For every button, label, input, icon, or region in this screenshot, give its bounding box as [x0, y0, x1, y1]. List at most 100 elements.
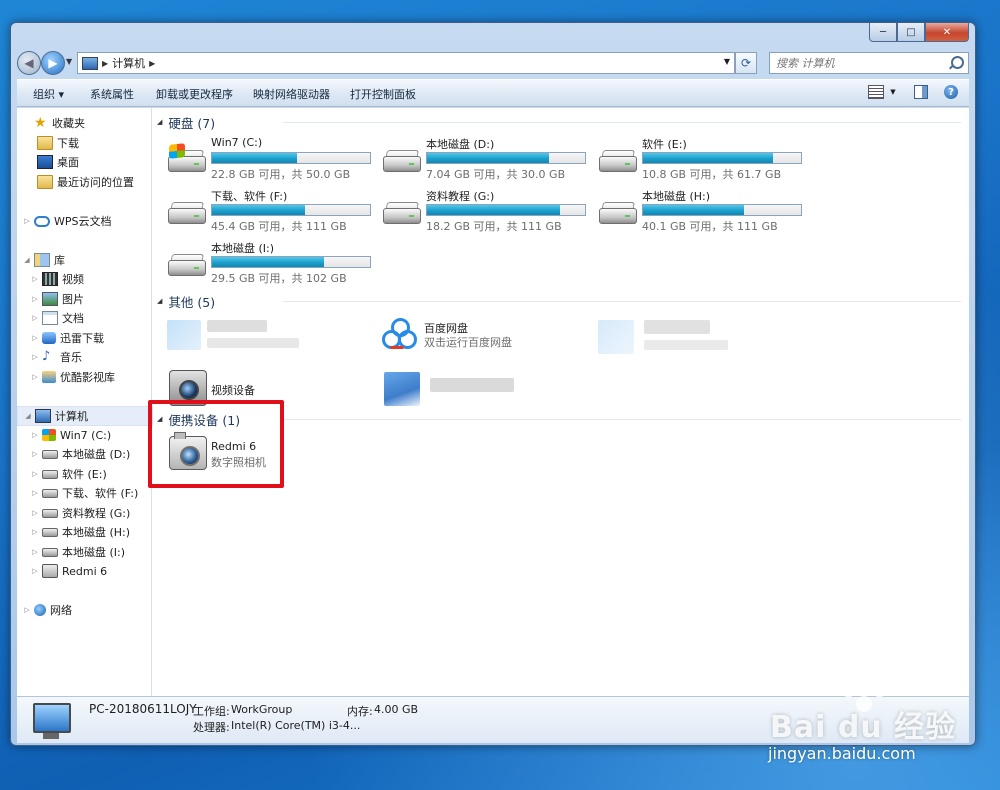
close-button[interactable]: ✕	[925, 23, 969, 42]
drive-usage-bar	[642, 204, 802, 216]
nav-recent-places[interactable]: 最近访问的位置	[37, 173, 134, 191]
nav-network[interactable]: ▷ 网络	[23, 601, 72, 619]
nav-library-thunder[interactable]: ▷ 迅雷下载	[31, 329, 104, 347]
hard-drive-icon	[598, 150, 637, 172]
search-box[interactable]	[769, 52, 969, 74]
windows-drive-icon	[167, 143, 206, 172]
hard-drive-icon	[167, 254, 206, 276]
expand-arrow-icon[interactable]: ▷	[31, 567, 39, 575]
nav-drive-e[interactable]: ▷ 软件 (E:)	[31, 465, 106, 483]
search-input[interactable]	[770, 55, 948, 71]
nav-library-youku[interactable]: ▷ 优酷影视库	[31, 368, 115, 386]
baidu-netdisk-item[interactable]: 百度网盘 双击运行百度网盘	[382, 316, 582, 356]
back-button[interactable]: ◀	[17, 51, 41, 75]
nav-drive-i[interactable]: ▷ 本地磁盘 (I:)	[31, 543, 125, 561]
drive-tile-h[interactable]: 本地磁盘 (H:) 40.1 GB 可用，共 111 GB	[598, 188, 808, 234]
help-icon: ?	[944, 85, 958, 99]
nav-wps-cloud[interactable]: ▷ WPS云文档	[23, 212, 111, 230]
expand-arrow-icon[interactable]: ▷	[31, 334, 39, 342]
nav-redmi6[interactable]: ▷ Redmi 6	[31, 562, 107, 580]
portable-device-redmi6[interactable]: Redmi 6 数字照相机	[169, 432, 289, 476]
nav-library-documents[interactable]: ▷ 文档	[31, 309, 84, 327]
nav-computer[interactable]: ◢ 计算机	[17, 406, 153, 426]
blurred-item[interactable]	[167, 318, 317, 358]
expand-arrow-icon[interactable]: ▷	[31, 548, 39, 556]
drive-tile-f[interactable]: 下载、软件 (F:) 45.4 GB 可用，共 111 GB	[167, 188, 377, 234]
star-icon: ★	[34, 115, 47, 131]
map-network-drive-button[interactable]: 映射网络驱动器	[253, 86, 330, 102]
expand-arrow-icon[interactable]: ▷	[31, 373, 39, 381]
breadcrumb-computer[interactable]: 计算机	[112, 55, 145, 71]
minimize-button[interactable]: ─	[869, 23, 897, 42]
expand-arrow-icon[interactable]: ▷	[23, 606, 31, 614]
recent-pages-dropdown[interactable]: ▼	[66, 57, 72, 66]
expand-arrow-icon[interactable]: ▷	[31, 528, 39, 536]
workgroup-value: WorkGroup	[231, 703, 293, 716]
breadcrumb-separator-icon[interactable]: ▶	[102, 59, 108, 68]
refresh-button[interactable]: ⟳	[735, 52, 757, 74]
nav-library-videos[interactable]: ▷ 视频	[31, 270, 84, 288]
change-view-button[interactable]: ▼	[867, 84, 897, 100]
blurred-item[interactable]	[598, 318, 748, 358]
drive-tile-d[interactable]: 本地磁盘 (D:) 7.04 GB 可用，共 30.0 GB	[382, 136, 592, 182]
expand-arrow-icon[interactable]: ▷	[31, 450, 39, 458]
preview-pane-button[interactable]	[913, 84, 929, 100]
blurred-text	[430, 378, 514, 392]
nav-drive-f[interactable]: ▷ 下载、软件 (F:)	[31, 484, 138, 502]
collapse-arrow-icon[interactable]: ◢	[157, 118, 162, 126]
expand-arrow-icon[interactable]: ▷	[23, 217, 31, 225]
nav-drive-g[interactable]: ▷ 资料教程 (G:)	[31, 504, 130, 522]
nav-library-music[interactable]: ▷ ♪ 音乐	[31, 348, 82, 366]
drive-usage-bar	[642, 152, 802, 164]
collapse-arrow-icon[interactable]: ◢	[157, 297, 162, 305]
breadcrumb-separator-icon[interactable]: ▶	[149, 59, 155, 68]
video-library-icon	[42, 272, 58, 286]
expand-arrow-icon[interactable]: ▷	[31, 470, 39, 478]
drive-tile-g[interactable]: 资料教程 (G:) 18.2 GB 可用，共 111 GB	[382, 188, 592, 234]
hard-drive-icon	[382, 202, 421, 224]
nav-desktop[interactable]: 桌面	[37, 153, 79, 171]
group-header-hard-disks[interactable]: ◢ 硬盘 (7)	[157, 113, 215, 131]
blurred-item[interactable]	[384, 370, 534, 410]
nav-library-pictures[interactable]: ▷ 图片	[31, 290, 84, 308]
picture-library-icon	[42, 292, 58, 306]
video-device-item[interactable]: 视频设备	[169, 370, 319, 410]
nav-favorites[interactable]: ★ 收藏夹	[23, 114, 85, 132]
drive-tile-c[interactable]: Win7 (C:) 22.8 GB 可用，共 50.0 GB	[167, 136, 377, 182]
expand-arrow-icon[interactable]: ▷	[31, 509, 39, 517]
help-button[interactable]: ?	[943, 84, 959, 100]
nav-drive-h[interactable]: ▷ 本地磁盘 (H:)	[31, 523, 130, 541]
address-history-dropdown-icon[interactable]: ▼	[724, 57, 730, 66]
search-icon[interactable]	[951, 56, 964, 69]
nav-drive-c[interactable]: ▷ Win7 (C:)	[31, 426, 111, 444]
recent-places-icon	[37, 175, 53, 189]
uninstall-program-button[interactable]: 卸载或更改程序	[156, 86, 233, 102]
expand-arrow-icon[interactable]: ▷	[31, 275, 39, 283]
forward-button[interactable]: ▶	[41, 51, 65, 75]
expand-arrow-icon[interactable]: ▷	[31, 353, 39, 361]
hard-drive-icon	[42, 488, 58, 498]
collapse-arrow-icon[interactable]: ◢	[157, 415, 162, 423]
expand-arrow-icon[interactable]: ▷	[31, 489, 39, 497]
organize-menu[interactable]: 组织 ▾	[33, 86, 64, 102]
open-control-panel-button[interactable]: 打开控制面板	[350, 86, 416, 102]
nav-drive-d[interactable]: ▷ 本地磁盘 (D:)	[31, 445, 130, 463]
group-header-other[interactable]: ◢ 其他 (5)	[157, 292, 215, 310]
nav-libraries[interactable]: ◢ 库	[23, 251, 65, 269]
collapse-arrow-icon[interactable]: ◢	[24, 412, 32, 420]
maximize-button[interactable]: □	[897, 23, 925, 42]
collapse-arrow-icon[interactable]: ◢	[23, 256, 31, 264]
expand-arrow-icon[interactable]: ▷	[31, 295, 39, 303]
expand-arrow-icon[interactable]: ▷	[31, 431, 39, 439]
drive-tile-i[interactable]: 本地磁盘 (I:) 29.5 GB 可用，共 102 GB	[167, 240, 377, 286]
drive-tile-e[interactable]: 软件 (E:) 10.8 GB 可用，共 61.7 GB	[598, 136, 808, 182]
group-header-portable-devices[interactable]: ◢ 便携设备 (1)	[157, 410, 240, 428]
baidu-netdisk-icon	[382, 318, 417, 350]
group-divider	[283, 122, 961, 123]
address-bar[interactable]: ▶ 计算机 ▶ ▼	[77, 52, 735, 74]
computer-monitor-icon	[33, 703, 71, 739]
nav-downloads[interactable]: 下载	[37, 134, 79, 152]
expand-arrow-icon[interactable]: ▷	[31, 314, 39, 322]
group-divider	[283, 301, 961, 302]
system-properties-button[interactable]: 系统属性	[90, 86, 134, 102]
